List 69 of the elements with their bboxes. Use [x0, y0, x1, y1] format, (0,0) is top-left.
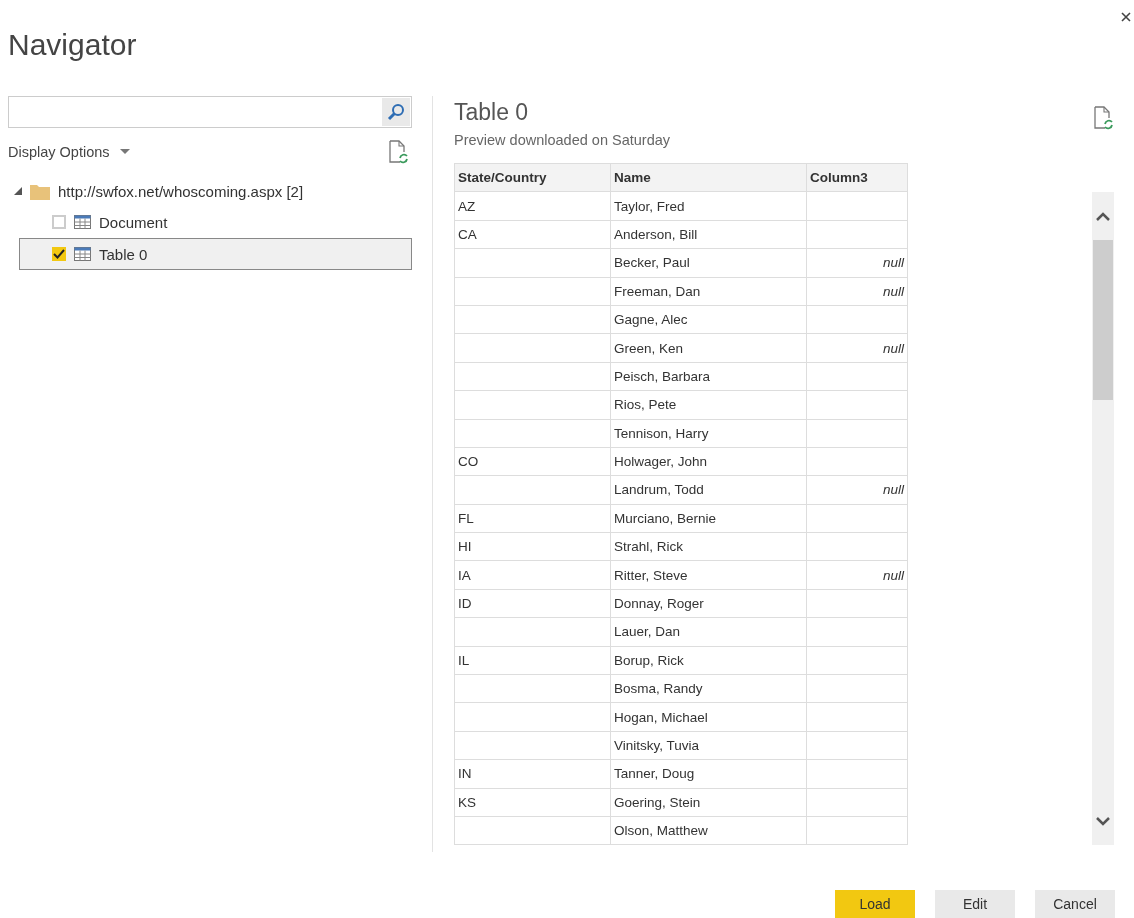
table-cell: Borup, Rick [610, 646, 807, 675]
table-cell: Hogan, Michael [610, 702, 807, 732]
table-cell: IA [454, 560, 611, 590]
table-cell: Becker, Paul [610, 248, 807, 278]
column-header[interactable]: Name [610, 163, 807, 192]
table-cell: Green, Ken [610, 333, 807, 363]
table-cell: Peisch, Barbara [610, 362, 807, 391]
search-icon[interactable] [382, 98, 410, 126]
table-cell: Olson, Matthew [610, 816, 807, 845]
tree-item[interactable]: Document [19, 206, 412, 238]
table-cell: Freeman, Dan [610, 277, 807, 306]
table-cell: IN [454, 759, 611, 789]
expand-triangle-icon[interactable] [14, 187, 22, 195]
table-cell: null [806, 475, 908, 505]
column-header[interactable]: Column3 [806, 163, 908, 192]
table-cell: null [806, 248, 908, 278]
tree-item-label: Table 0 [99, 245, 148, 263]
tree-item-label: Document [99, 213, 168, 231]
table-cell: Tanner, Doug [610, 759, 807, 789]
load-button[interactable]: Load [835, 890, 915, 918]
table-cell: Landrum, Todd [610, 475, 807, 505]
checkbox[interactable] [52, 247, 66, 261]
table-cell: Lauer, Dan [610, 617, 807, 647]
scrollbar[interactable] [1092, 192, 1114, 845]
refresh-document-icon[interactable] [388, 140, 408, 164]
dialog-button[interactable]: Cancel [1035, 890, 1115, 918]
display-options-dropdown[interactable]: Display Options [8, 144, 130, 160]
table-cell: Bosma, Randy [610, 674, 807, 703]
table-cell: Anderson, Bill [610, 220, 807, 249]
table-cell: ID [454, 589, 611, 618]
table-cell: Tennison, Harry [610, 419, 807, 448]
table-cell: null [806, 333, 908, 363]
caret-icon [119, 149, 130, 155]
close-icon[interactable] [1120, 10, 1132, 24]
table-cell: Murciano, Bernie [610, 504, 807, 533]
scrollbar-thumb[interactable] [1093, 240, 1113, 400]
refresh-document-icon[interactable] [1093, 106, 1113, 130]
folder-icon [30, 182, 50, 200]
column-header[interactable]: State/Country [454, 163, 611, 192]
table-icon [74, 215, 91, 229]
table-cell: Rios, Pete [610, 390, 807, 419]
table-cell: HI [454, 532, 611, 561]
dialog-button[interactable]: Edit [935, 890, 1015, 918]
table-cell: AZ [454, 191, 611, 221]
table-cell: null [806, 560, 908, 590]
table-cell: Goering, Stein [610, 788, 807, 817]
preview-title: Table 0 [454, 99, 529, 126]
table-cell: Strahl, Rick [610, 532, 807, 561]
search-field[interactable] [8, 96, 412, 128]
tree-node-label[interactable]: http://swfox.net/whoscoming.aspx [2] [58, 182, 304, 200]
table-icon [74, 247, 91, 261]
table-cell: FL [454, 504, 611, 533]
scroll-up-icon[interactable] [1096, 211, 1110, 221]
table-cell: CO [454, 447, 611, 476]
table-cell: null [806, 277, 908, 306]
table-cell: Vinitsky, Tuvia [610, 731, 807, 760]
tree-item[interactable]: Table 0 [19, 238, 412, 270]
table-cell: KS [454, 788, 611, 817]
table-cell: Taylor, Fred [610, 191, 807, 221]
table-cell: CA [454, 220, 611, 249]
window-title: Navigator [8, 28, 137, 62]
table-cell: Ritter, Steve [610, 560, 807, 590]
checkbox[interactable] [52, 215, 66, 229]
preview-subtitle: Preview downloaded on Saturday [454, 132, 671, 148]
table-cell: IL [454, 646, 611, 675]
table-cell: Holwager, John [610, 447, 807, 476]
table-cell: Donnay, Roger [610, 589, 807, 618]
table-cell: Gagne, Alec [610, 305, 807, 334]
scroll-down-icon[interactable] [1096, 816, 1110, 826]
